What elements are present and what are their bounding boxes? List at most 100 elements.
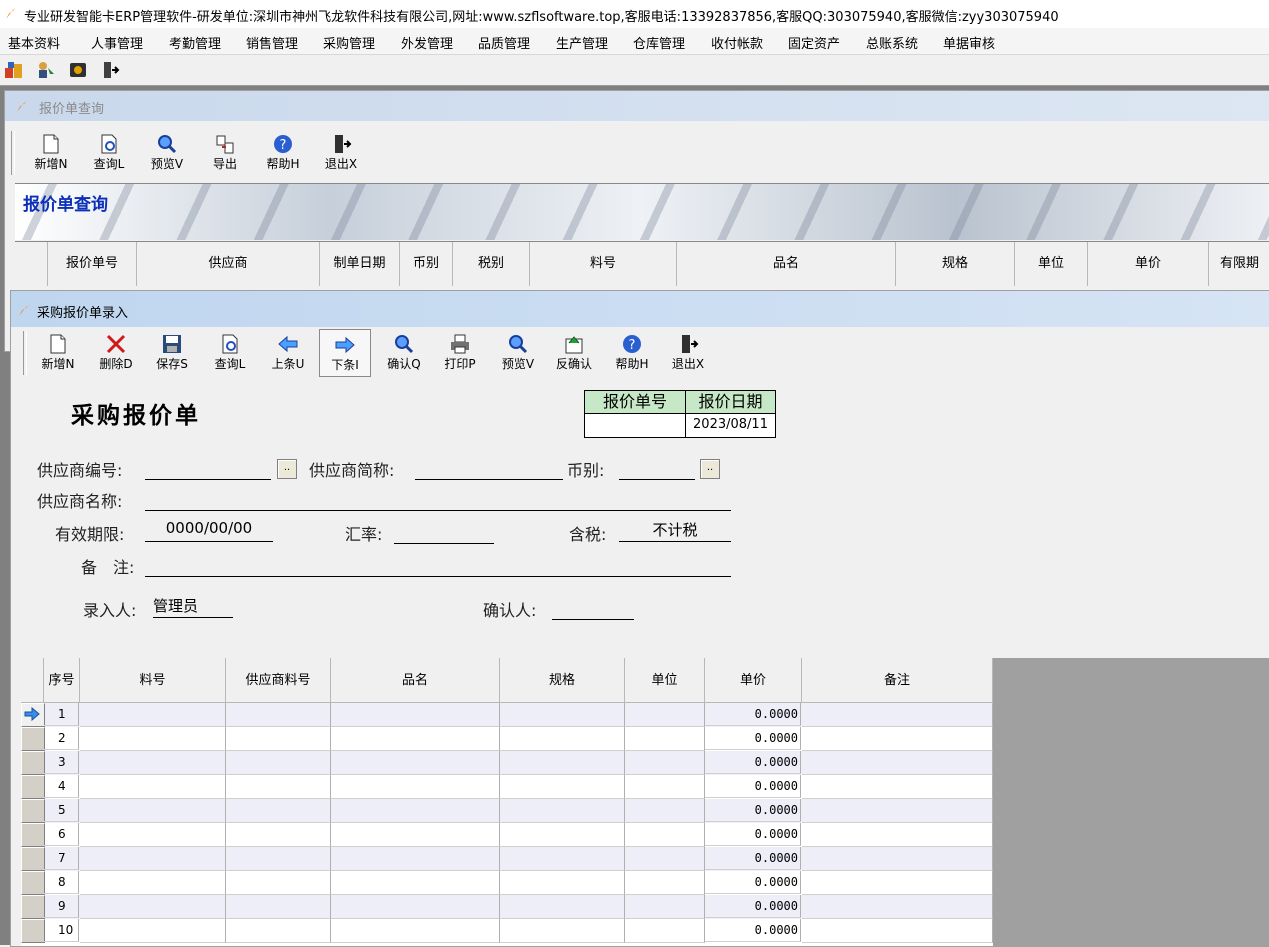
col-header-supplier[interactable]: 供应商 [137,242,320,286]
current-row-arrow-icon[interactable] [21,703,45,727]
entry-save-button[interactable]: 保存S [147,329,197,377]
menu-item-attendance[interactable]: 考勤管理 [169,33,221,52]
confirmed-by-field[interactable] [552,597,634,620]
cell[interactable] [802,775,993,799]
cell-price[interactable]: 0.0000 [705,751,801,774]
table-row[interactable]: 5 0.0000 [21,799,993,823]
row-indicator[interactable] [21,799,45,823]
cell[interactable] [226,727,331,751]
menu-item-sales[interactable]: 销售管理 [246,33,298,52]
cell[interactable] [226,799,331,823]
cell[interactable] [500,703,625,727]
entry-help-button[interactable]: ? 帮助H [607,329,657,377]
cell[interactable] [80,871,226,895]
row-indicator[interactable] [21,895,45,919]
col-header-price[interactable]: 单价 [1088,242,1209,286]
row-indicator[interactable] [21,919,45,943]
cell[interactable] [331,799,500,823]
cell[interactable] [802,871,993,895]
cell-price[interactable]: 0.0000 [705,703,801,726]
cell[interactable] [331,847,500,871]
cell[interactable] [625,895,705,919]
supplier-code-lookup-button[interactable]: .. [277,459,297,479]
menu-item-hr[interactable]: 人事管理 [91,33,143,52]
query-exit-button[interactable]: 退出X [319,129,363,177]
cell-no[interactable]: 4 [44,775,79,798]
cell[interactable] [625,847,705,871]
table-row[interactable]: 7 0.0000 [21,847,993,871]
query-export-button[interactable]: 导出 [203,129,247,177]
exchange-rate-field[interactable] [394,521,494,544]
detail-col-item-name[interactable]: 品名 [331,658,500,703]
user-switch-icon[interactable] [36,60,56,80]
col-header-currency[interactable]: 币别 [400,242,453,286]
col-header-valid[interactable]: 有限期 [1209,242,1269,286]
cell[interactable] [80,727,226,751]
detail-col-remark[interactable]: 备注 [802,658,993,703]
cell[interactable] [625,823,705,847]
cell[interactable] [802,895,993,919]
currency-lookup-button[interactable]: .. [700,459,720,479]
entry-print-button[interactable]: 打印P [435,329,485,377]
entry-search-button[interactable]: 查询L [205,329,255,377]
entry-next-button[interactable]: 下条I [319,329,371,377]
entry-delete-button[interactable]: 删除D [91,329,141,377]
table-row[interactable]: 4 0.0000 [21,775,993,799]
query-search-button[interactable]: 查询L [87,129,131,177]
row-indicator[interactable] [21,847,45,871]
cell[interactable] [331,919,500,943]
entry-confirm-button[interactable]: 确认Q [379,329,429,377]
entry-exit-button[interactable]: 退出X [663,329,713,377]
menu-item-ledger[interactable]: 总账系统 [866,33,918,52]
col-header-unit[interactable]: 单位 [1015,242,1088,286]
detail-col-no[interactable]: 序号 [44,658,80,703]
cell[interactable] [331,751,500,775]
cell[interactable] [500,775,625,799]
cell[interactable] [80,751,226,775]
cell-no[interactable]: 3 [44,751,79,774]
cell-price[interactable]: 0.0000 [705,727,801,750]
supplier-name-field[interactable] [145,488,731,511]
cell[interactable] [226,823,331,847]
cell-no[interactable]: 9 [44,895,79,918]
table-row[interactable]: 2 0.0000 [21,727,993,751]
currency-field[interactable] [619,457,695,480]
cell[interactable] [625,727,705,751]
modules-icon[interactable] [4,60,24,80]
cell[interactable] [500,751,625,775]
cell-price[interactable]: 0.0000 [705,895,801,918]
detail-col-unit[interactable]: 单位 [625,658,705,703]
entry-prev-button[interactable]: 上条U [263,329,313,377]
menu-item-assets[interactable]: 固定资产 [788,33,840,52]
entry-preview-button[interactable]: 预览V [493,329,543,377]
cell[interactable] [331,775,500,799]
valid-date-field[interactable]: 0000/00/00 [145,519,273,542]
detail-col-item-no[interactable]: 料号 [80,658,226,703]
entry-unconfirm-button[interactable]: 反确认 [549,329,599,377]
table-row[interactable]: 10 0.0000 [21,919,993,943]
cell[interactable] [802,847,993,871]
quote-no-value[interactable] [585,414,686,437]
menu-item-payments[interactable]: 收付帐款 [711,33,763,52]
cell[interactable] [802,823,993,847]
cell-no[interactable]: 6 [44,823,79,846]
cell[interactable] [331,895,500,919]
cell[interactable] [80,919,226,943]
menu-item-outsource[interactable]: 外发管理 [401,33,453,52]
cell[interactable] [331,703,500,727]
query-help-button[interactable]: ? 帮助H [261,129,305,177]
cell[interactable] [226,775,331,799]
cell-price[interactable]: 0.0000 [705,799,801,822]
cell[interactable] [500,727,625,751]
cell[interactable] [500,847,625,871]
cell[interactable] [625,799,705,823]
table-row[interactable]: 9 0.0000 [21,895,993,919]
cell[interactable] [226,919,331,943]
cell[interactable] [80,799,226,823]
row-indicator[interactable] [21,727,45,751]
detail-col-supplier-item-no[interactable]: 供应商料号 [226,658,331,703]
cell[interactable] [80,895,226,919]
cell-no[interactable]: 7 [44,847,79,870]
cell[interactable] [625,703,705,727]
cell-price[interactable]: 0.0000 [705,919,801,942]
